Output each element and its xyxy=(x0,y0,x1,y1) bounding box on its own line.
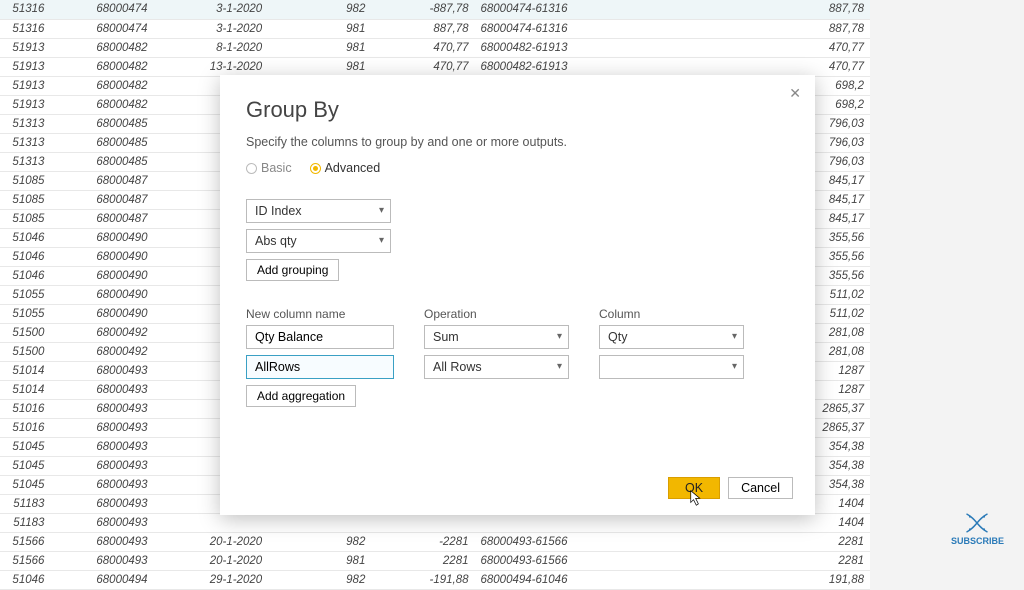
table-row[interactable]: 51316680004743-1-2020981887,7868000474-6… xyxy=(0,19,870,38)
label-operation: Operation xyxy=(424,307,569,321)
grouping-select-1[interactable]: ID Index xyxy=(246,199,391,223)
table-row[interactable]: 51316680004743-1-2020982-887,7868000474-… xyxy=(0,0,870,19)
label-column: Column xyxy=(599,307,640,321)
operation-select-2[interactable]: All Rows xyxy=(424,355,569,379)
table-row[interactable]: 51913680004828-1-2020981470,7768000482-6… xyxy=(0,38,870,57)
group-by-dialog: ✕ Group By Specify the columns to group … xyxy=(220,75,815,515)
newcol-input-2[interactable] xyxy=(246,355,394,379)
dna-icon xyxy=(963,512,991,534)
subscribe-badge[interactable]: SUBSCRIBE xyxy=(951,512,1004,546)
newcol-input-1[interactable] xyxy=(246,325,394,349)
column-select-2[interactable] xyxy=(599,355,744,379)
cancel-button[interactable]: Cancel xyxy=(728,477,793,499)
table-row[interactable]: 51183680004931404 xyxy=(0,513,870,532)
column-select-1[interactable]: Qty xyxy=(599,325,744,349)
add-aggregation-button[interactable]: Add aggregation xyxy=(246,385,356,407)
table-row[interactable]: 510466800049429-1-2020982-191,8868000494… xyxy=(0,570,870,589)
table-row[interactable]: 515666800049320-1-2020981228168000493-61… xyxy=(0,551,870,570)
table-row[interactable]: 519136800048213-1-2020981470,7768000482-… xyxy=(0,57,870,76)
operation-select-1[interactable]: Sum xyxy=(424,325,569,349)
label-new-column: New column name xyxy=(246,307,394,321)
grouping-select-2[interactable]: Abs qty xyxy=(246,229,391,253)
radio-basic[interactable]: Basic xyxy=(246,161,292,175)
dialog-subtitle: Specify the columns to group by and one … xyxy=(246,135,789,149)
add-grouping-button[interactable]: Add grouping xyxy=(246,259,339,281)
dialog-title: Group By xyxy=(246,97,789,123)
ok-button[interactable]: OK xyxy=(668,477,720,499)
radio-advanced[interactable]: Advanced xyxy=(310,161,381,175)
close-icon[interactable]: ✕ xyxy=(789,85,801,102)
table-row[interactable]: 515666800049320-1-2020982-228168000493-6… xyxy=(0,532,870,551)
